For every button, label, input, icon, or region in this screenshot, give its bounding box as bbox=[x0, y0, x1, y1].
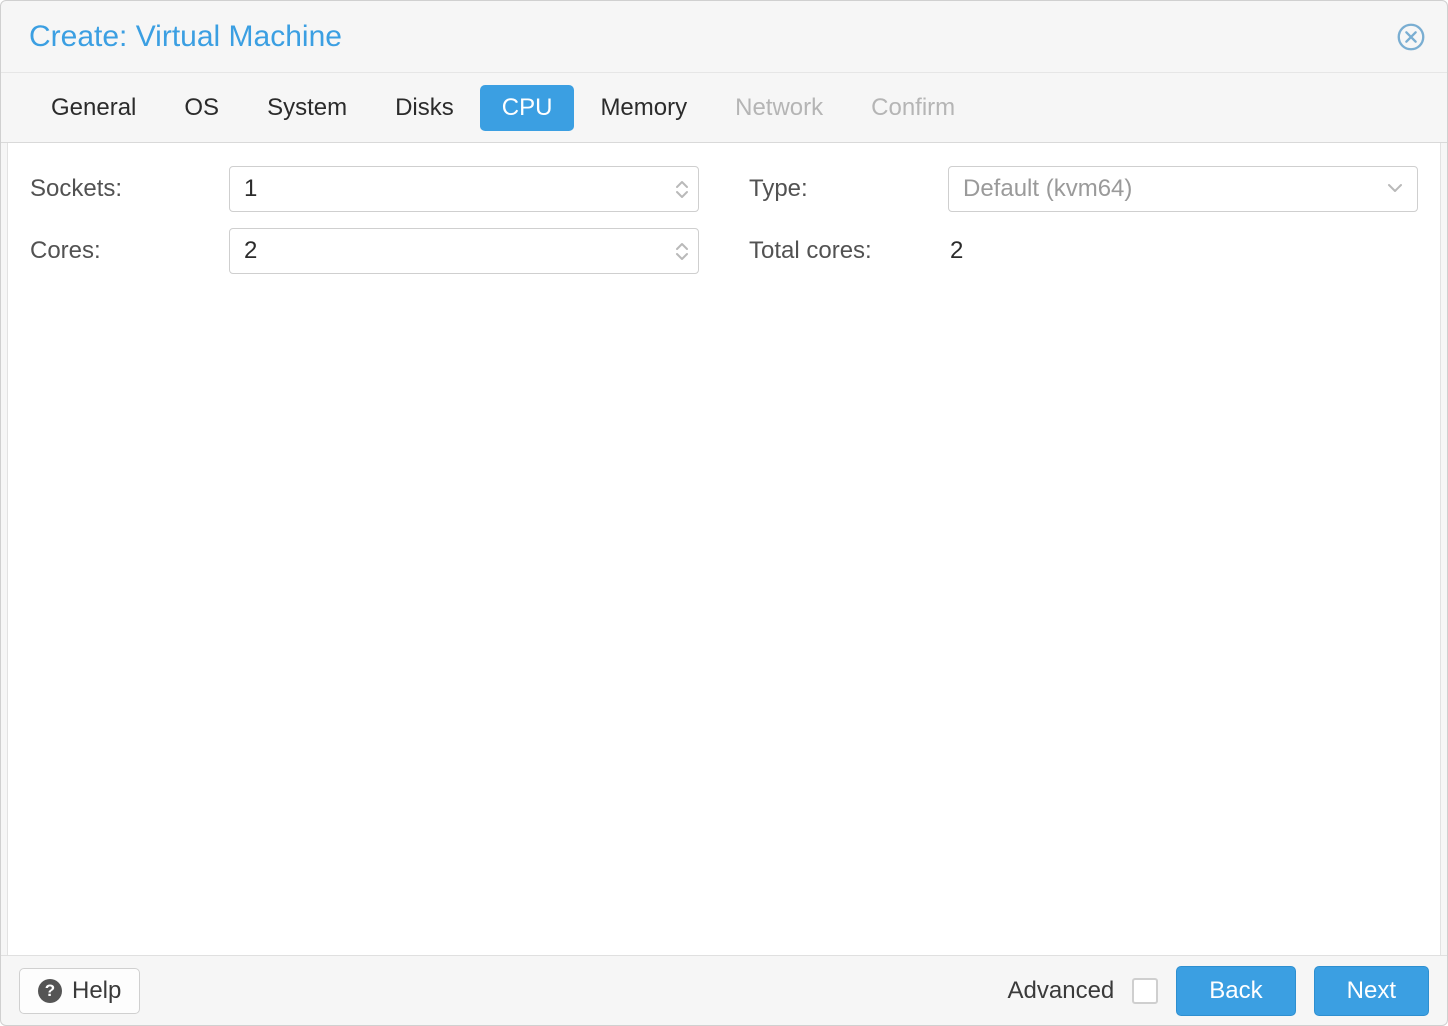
close-icon bbox=[1397, 23, 1425, 51]
sockets-stepper[interactable] bbox=[229, 166, 699, 212]
advanced-label: Advanced bbox=[1008, 977, 1115, 1005]
type-value: Default (kvm64) bbox=[963, 175, 1132, 203]
cores-input[interactable] bbox=[230, 229, 664, 273]
cpu-panel: Sockets: Cores: bbox=[7, 143, 1441, 955]
help-icon: ? bbox=[38, 979, 62, 1003]
footer-right: Advanced Back Next bbox=[1008, 966, 1429, 1016]
right-column: Type: Default (kvm64) Total cores: 2 bbox=[749, 165, 1418, 933]
cores-stepper[interactable] bbox=[229, 228, 699, 274]
tab-memory[interactable]: Memory bbox=[578, 85, 709, 131]
total-cores-label: Total cores: bbox=[749, 237, 934, 265]
next-button[interactable]: Next bbox=[1314, 966, 1429, 1016]
chevron-down-icon bbox=[675, 252, 689, 261]
total-cores-row: Total cores: 2 bbox=[749, 227, 1418, 275]
type-row: Type: Default (kvm64) bbox=[749, 165, 1418, 213]
tab-disks[interactable]: Disks bbox=[373, 85, 476, 131]
window-title: Create: Virtual Machine bbox=[29, 20, 342, 54]
wizard-footer: ? Help Advanced Back Next bbox=[1, 955, 1447, 1025]
tab-confirm: Confirm bbox=[849, 85, 977, 131]
tab-network: Network bbox=[713, 85, 845, 131]
help-button[interactable]: ? Help bbox=[19, 968, 140, 1014]
sockets-label: Sockets: bbox=[30, 175, 215, 203]
chevron-up-icon bbox=[675, 242, 689, 251]
type-label: Type: bbox=[749, 175, 934, 203]
cores-row: Cores: bbox=[30, 227, 699, 275]
close-button[interactable] bbox=[1397, 23, 1425, 51]
tab-system[interactable]: System bbox=[245, 85, 369, 131]
wizard-tabs: General OS System Disks CPU Memory Netwo… bbox=[1, 73, 1447, 143]
titlebar: Create: Virtual Machine bbox=[1, 1, 1447, 73]
chevron-down-icon bbox=[675, 190, 689, 199]
sockets-row: Sockets: bbox=[30, 165, 699, 213]
create-vm-dialog: Create: Virtual Machine General OS Syste… bbox=[0, 0, 1448, 1026]
back-button[interactable]: Back bbox=[1176, 966, 1295, 1016]
sockets-stepper-arrows[interactable] bbox=[664, 167, 698, 211]
cores-stepper-arrows[interactable] bbox=[664, 229, 698, 273]
type-combo[interactable]: Default (kvm64) bbox=[948, 166, 1418, 212]
tab-os[interactable]: OS bbox=[162, 85, 241, 131]
chevron-down-icon bbox=[1387, 180, 1403, 198]
cores-label: Cores: bbox=[30, 237, 215, 265]
sockets-input[interactable] bbox=[230, 167, 664, 211]
help-label: Help bbox=[72, 977, 121, 1005]
tab-general[interactable]: General bbox=[29, 85, 158, 131]
tab-cpu[interactable]: CPU bbox=[480, 85, 575, 131]
chevron-up-icon bbox=[675, 180, 689, 189]
left-column: Sockets: Cores: bbox=[30, 165, 699, 933]
total-cores-value: 2 bbox=[948, 237, 963, 265]
advanced-checkbox[interactable] bbox=[1132, 978, 1158, 1004]
